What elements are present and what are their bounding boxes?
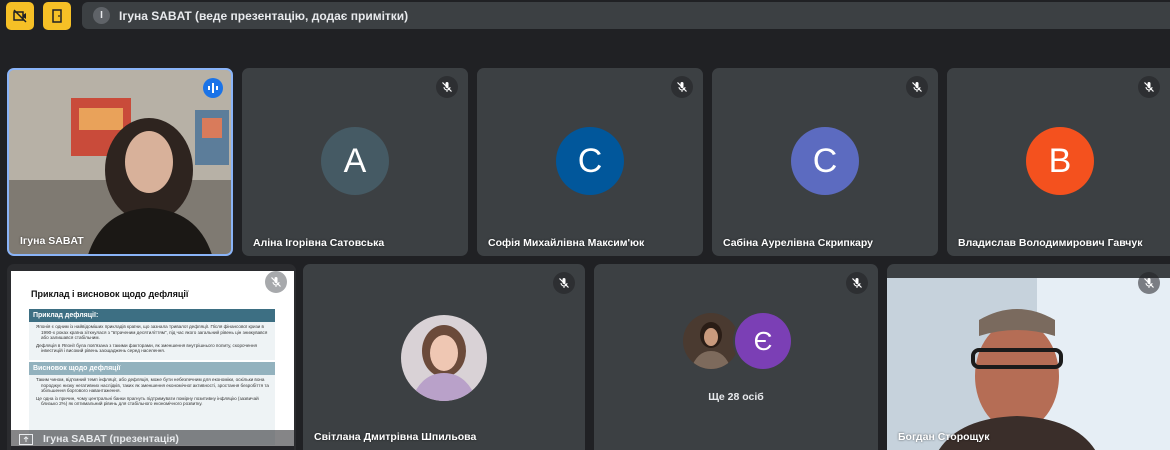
participant-tile-vladyslav[interactable]: B Владислав Володимирович Гавчук bbox=[947, 68, 1170, 256]
mic-off-icon bbox=[846, 272, 868, 294]
participant-tile-svitlana[interactable]: Світлана Дмитрівна Шпильова bbox=[303, 264, 585, 450]
door-icon bbox=[52, 9, 62, 23]
mic-off-icon bbox=[1138, 272, 1160, 294]
avatar bbox=[683, 313, 739, 369]
avatar: C bbox=[556, 127, 624, 195]
participant-name: Ігуна SABAT bbox=[20, 235, 84, 247]
others-count-label: Ще 28 осіб bbox=[708, 391, 764, 403]
presentation-name-bar: Ігуна SABAT (презентація) bbox=[11, 430, 294, 450]
slide-section-heading: Висновок щодо дефляції bbox=[29, 362, 275, 375]
participant-tile-sabina[interactable]: C Сабіна Аурелівна Скрипкару bbox=[712, 68, 938, 256]
mic-off-icon bbox=[265, 271, 287, 293]
slide-bullet: Дефляція в Японії була пов'язана з таким… bbox=[36, 342, 257, 354]
participant-tile-bohdan[interactable]: Богдан Сторощук bbox=[887, 264, 1170, 450]
presenter-banner: І Ігуна SABAT (веде презентацію, додає п… bbox=[82, 2, 1170, 29]
avatar: B bbox=[1026, 127, 1094, 195]
presentation-slide: Приклад і висновок щодо дефляції Приклад… bbox=[11, 271, 294, 446]
mic-off-icon bbox=[1138, 76, 1160, 98]
present-screen-icon bbox=[19, 434, 33, 445]
participant-tile-alina[interactable]: A Аліна Ігорівна Сатовська bbox=[242, 68, 468, 256]
slide-title: Приклад і висновок щодо дефляції bbox=[31, 289, 189, 299]
mic-off-icon bbox=[906, 76, 928, 98]
slide-bullet: Це одна із причин, чому центральні банки… bbox=[36, 395, 259, 407]
participant-name: Софія Михайлівна Максим'юк bbox=[488, 237, 645, 249]
participant-tile-sofia[interactable]: C Софія Михайлівна Максим'юк bbox=[477, 68, 703, 256]
slide-section-heading: Приклад дефляції: bbox=[29, 309, 275, 322]
mic-off-icon bbox=[436, 76, 458, 98]
exit-layout-button[interactable] bbox=[43, 2, 71, 30]
presentation-owner-label: Ігуна SABAT (презентація) bbox=[43, 433, 179, 445]
slide-section-body: Японія є одним із найвідоміших прикладів… bbox=[29, 322, 275, 360]
mic-off-icon bbox=[671, 76, 693, 98]
avatar bbox=[401, 315, 487, 401]
other-participants-tile[interactable]: Є Ще 28 осіб bbox=[594, 264, 878, 450]
participant-name: Сабіна Аурелівна Скрипкару bbox=[723, 237, 873, 249]
slide-bullet: Таким чином, від'ємний темп інфляції, аб… bbox=[36, 377, 269, 394]
participant-video bbox=[887, 278, 1170, 450]
participant-name: Світлана Дмитрівна Шпильова bbox=[314, 431, 477, 443]
slide-bullet: Японія є одним із найвідоміших прикладів… bbox=[36, 324, 268, 341]
participant-name: Аліна Ігорівна Сатовська bbox=[253, 237, 385, 249]
participant-video bbox=[9, 70, 231, 254]
presenter-banner-text: Ігуна SABAT (веде презентацію, додає при… bbox=[119, 8, 409, 23]
video-off-icon bbox=[13, 9, 27, 23]
avatar: Є bbox=[735, 313, 791, 369]
avatar: A bbox=[321, 127, 389, 195]
hide-self-view-button[interactable] bbox=[6, 2, 34, 30]
participant-tile-iguna[interactable]: Ігуна SABAT bbox=[7, 68, 233, 256]
participant-name: Владислав Володимирович Гавчук bbox=[958, 237, 1143, 249]
mic-off-icon bbox=[553, 272, 575, 294]
speaking-indicator-icon bbox=[203, 78, 223, 98]
participant-name: Богдан Сторощук bbox=[898, 431, 990, 443]
avatar: C bbox=[791, 127, 859, 195]
presenter-avatar: І bbox=[93, 7, 110, 24]
